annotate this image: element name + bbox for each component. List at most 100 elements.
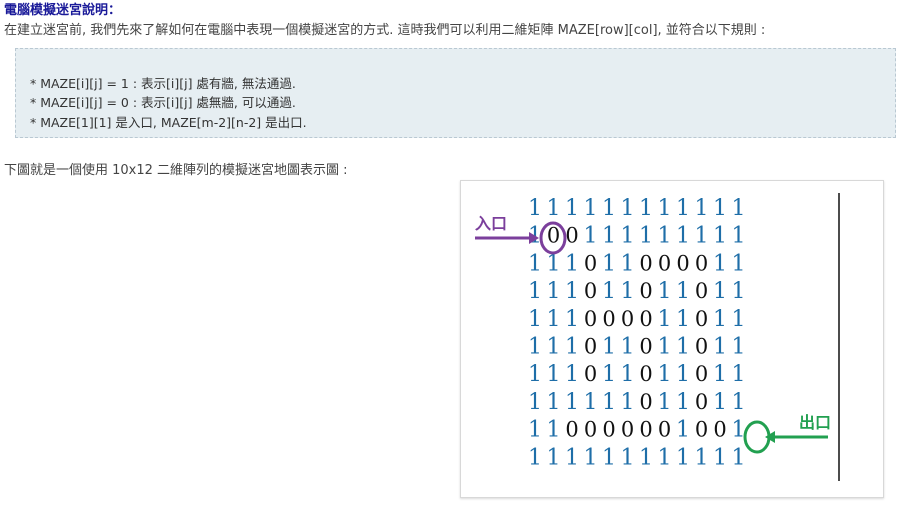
maze-wall-cell: 1: [621, 279, 635, 304]
maze-path-cell: 0: [602, 418, 615, 442]
maze-wall-cell: 1: [732, 418, 746, 443]
maze-path-cell: 0: [621, 307, 634, 331]
maze-wall-cell: 1: [658, 224, 672, 249]
maze-wall-cell: 1: [713, 224, 727, 249]
maze-wall-cell: 1: [732, 335, 746, 360]
maze-wall-cell: 1: [658, 445, 672, 470]
maze-path-cell: 0: [658, 418, 671, 442]
maze-wall-cell: 1: [584, 196, 598, 221]
maze-wall-cell: 1: [658, 335, 672, 360]
maze-path-cell: 0: [713, 418, 726, 442]
maze-wall-cell: 1: [547, 196, 561, 221]
maze-wall-cell: 1: [547, 307, 561, 332]
maze-wall-cell: 1: [602, 279, 616, 304]
maze-path-cell: 0: [584, 362, 597, 386]
maze-wall-cell: 1: [528, 445, 542, 470]
maze-wall-cell: 1: [695, 224, 709, 249]
rule-entrance-exit: * MAZE[1][1] 是入口, MAZE[m-2][n-2] 是出口.: [30, 115, 307, 130]
maze-wall-cell: 1: [732, 445, 746, 470]
maze-wall-cell: 1: [621, 251, 635, 276]
maze-wall-cell: 1: [676, 335, 690, 360]
maze-wall-cell: 1: [676, 390, 690, 415]
maze-wall-cell: 1: [547, 279, 561, 304]
maze-path-cell: 0: [658, 251, 671, 275]
maze-wall-cell: 1: [732, 307, 746, 332]
rule-wall: * MAZE[i][j] = 1 : 表示[i][j] 處有牆, 無法通過.: [30, 76, 296, 91]
maze-wall-cell: 1: [528, 418, 542, 443]
maze-wall-cell: 1: [658, 362, 672, 387]
maze-wall-cell: 1: [732, 390, 746, 415]
maze-wall-cell: 1: [565, 362, 579, 387]
maze-path-cell: 0: [584, 307, 597, 331]
maze-path-cell: 0: [639, 335, 652, 359]
maze-wall-cell: 1: [528, 251, 542, 276]
maze-wall-cell: 1: [602, 445, 616, 470]
maze-wall-cell: 1: [602, 224, 616, 249]
figure-caption: 下圖就是一個使用 10x12 二維陣列的模擬迷宮地圖表示圖 :: [4, 163, 348, 178]
maze-figure: 1111111111111001111111111110110000111110…: [460, 180, 884, 498]
maze-path-cell: 0: [584, 279, 597, 303]
maze-wall-cell: 1: [732, 279, 746, 304]
maze-wall-cell: 1: [732, 224, 746, 249]
maze-wall-cell: 1: [676, 307, 690, 332]
maze-wall-cell: 1: [676, 445, 690, 470]
intro-paragraph: 在建立迷宮前, 我們先來了解如何在電腦中表現一個模擬迷宮的方式. 這時我們可以利…: [4, 23, 766, 38]
maze-wall-cell: 1: [565, 196, 579, 221]
maze-wall-cell: 1: [528, 307, 542, 332]
maze-path-cell: 0: [621, 418, 634, 442]
maze-wall-cell: 1: [547, 335, 561, 360]
maze-diagram: 1111111111111001111111111110110000111110…: [475, 193, 840, 481]
maze-wall-cell: 1: [584, 445, 598, 470]
maze-wall-cell: 1: [584, 390, 598, 415]
maze-wall-cell: 1: [732, 196, 746, 221]
maze-wall-cell: 1: [528, 362, 542, 387]
maze-wall-cell: 1: [676, 279, 690, 304]
rule-path: * MAZE[i][j] = 0 : 表示[i][j] 處無牆, 可以通過.: [30, 95, 296, 110]
maze-wall-cell: 1: [732, 251, 746, 276]
maze-wall-cell: 1: [639, 445, 653, 470]
maze-wall-cell: 1: [621, 196, 635, 221]
maze-path-cell: 0: [584, 335, 597, 359]
page-title: 電腦模擬迷宮說明：: [4, 3, 122, 18]
maze-wall-cell: 1: [602, 196, 616, 221]
maze-wall-cell: 1: [713, 445, 727, 470]
maze-wall-cell: 1: [565, 390, 579, 415]
maze-wall-cell: 1: [732, 362, 746, 387]
maze-path-cell: 0: [565, 418, 578, 442]
maze-wall-cell: 1: [713, 279, 727, 304]
maze-wall-cell: 1: [565, 335, 579, 360]
maze-path-cell: 0: [695, 307, 708, 331]
maze-wall-cell: 1: [547, 445, 561, 470]
rules-box: * MAZE[i][j] = 1 : 表示[i][j] 處有牆, 無法通過. *…: [15, 48, 896, 138]
entrance-label: 入口: [475, 214, 507, 233]
maze-path-cell: 0: [695, 362, 708, 386]
maze-wall-cell: 1: [676, 418, 690, 443]
maze-wall-cell: 1: [676, 362, 690, 387]
maze-wall-cell: 1: [695, 445, 709, 470]
maze-path-cell: 0: [639, 362, 652, 386]
maze-wall-cell: 1: [713, 362, 727, 387]
maze-wall-cell: 1: [713, 390, 727, 415]
maze-wall-cell: 1: [565, 445, 579, 470]
maze-path-cell: 0: [676, 251, 689, 275]
maze-wall-cell: 1: [547, 362, 561, 387]
maze-path-cell: 0: [584, 251, 597, 275]
exit-label: 出口: [799, 413, 831, 432]
maze-path-cell: 0: [565, 224, 578, 248]
maze-path-cell: 0: [695, 390, 708, 414]
maze-wall-cell: 1: [565, 251, 579, 276]
maze-wall-cell: 1: [602, 362, 616, 387]
maze-path-cell: 0: [695, 335, 708, 359]
maze-wall-cell: 1: [695, 196, 709, 221]
maze-wall-cell: 1: [676, 224, 690, 249]
maze-wall-cell: 1: [658, 307, 672, 332]
maze-path-cell: 0: [695, 418, 708, 442]
maze-wall-cell: 1: [621, 445, 635, 470]
maze-wall-cell: 1: [713, 335, 727, 360]
maze-wall-cell: 1: [658, 390, 672, 415]
maze-wall-cell: 1: [547, 418, 561, 443]
maze-wall-cell: 1: [528, 196, 542, 221]
maze-path-cell: 0: [639, 307, 652, 331]
maze-wall-cell: 1: [658, 196, 672, 221]
maze-path-cell: 0: [695, 279, 708, 303]
